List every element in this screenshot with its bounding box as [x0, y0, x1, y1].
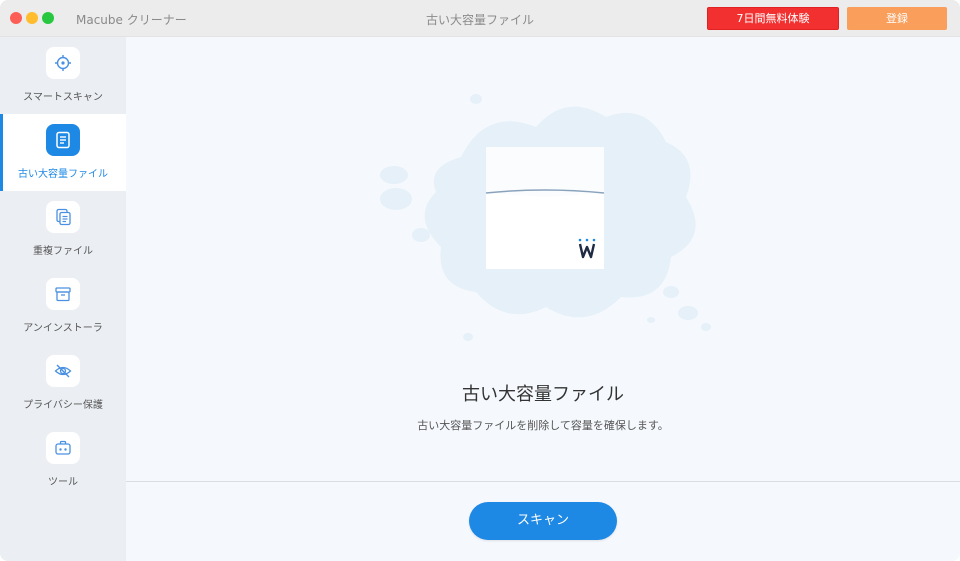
register-button[interactable]: 登録 — [847, 7, 947, 30]
page-title: 古い大容量ファイル — [462, 384, 624, 405]
document-icon — [46, 124, 80, 156]
main-panel: 古い大容量ファイル 古い大容量ファイルを削除して容量を確保します。 スキャン — [126, 37, 960, 561]
sidebar-item-old-large-files[interactable]: 古い大容量ファイル — [0, 114, 126, 191]
eye-slash-icon — [46, 355, 80, 387]
box-icon — [46, 278, 80, 310]
title-bar: Macube クリーナー 古い大容量ファイル 7日間無料体験 登録 — [0, 0, 960, 37]
sidebar-item-label: ツール — [48, 477, 78, 488]
sidebar-item-tools[interactable]: ツール — [0, 422, 126, 499]
scan-button[interactable]: スキャン — [469, 502, 617, 540]
sidebar-item-label: アンインストーラ — [23, 323, 103, 334]
divider — [126, 481, 960, 482]
sidebar-item-privacy[interactable]: プライバシー保護 — [0, 345, 126, 422]
target-icon — [46, 47, 80, 79]
duplicate-files-icon — [46, 201, 80, 233]
sidebar-item-label: プライバシー保護 — [23, 400, 103, 411]
toolbox-icon — [46, 432, 80, 464]
sidebar-item-duplicate-files[interactable]: 重複ファイル — [0, 191, 126, 268]
sidebar: スマートスキャン 古い大容量ファイル 重複ファイル アンインストーラ プライバシ… — [0, 37, 126, 561]
sidebar-item-uninstaller[interactable]: アンインストーラ — [0, 268, 126, 345]
page-description: 古い大容量ファイルを削除して容量を確保します。 — [417, 419, 669, 432]
app-window: Macube クリーナー 古い大容量ファイル 7日間無料体験 登録 スマートスキ… — [0, 0, 960, 561]
sidebar-item-label: 古い大容量ファイル — [18, 169, 108, 180]
sidebar-item-smart-scan[interactable]: スマートスキャン — [0, 37, 126, 114]
sidebar-item-label: 重複ファイル — [33, 246, 93, 257]
sidebar-item-label: スマートスキャン — [23, 92, 103, 103]
envelope-illustration — [366, 87, 726, 347]
free-trial-button[interactable]: 7日間無料体験 — [707, 7, 839, 30]
